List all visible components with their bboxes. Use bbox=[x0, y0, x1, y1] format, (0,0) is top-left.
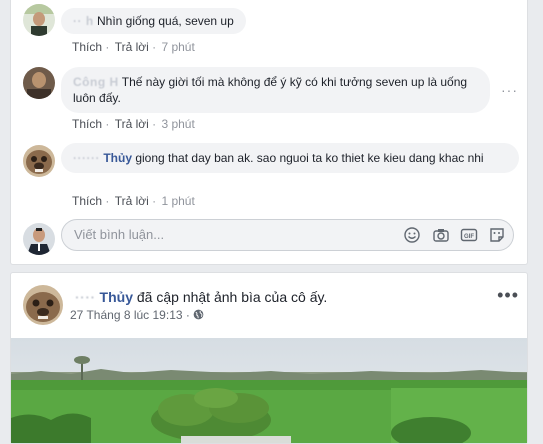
like-link[interactable]: Thích bbox=[72, 194, 102, 208]
post-author-avatar[interactable] bbox=[23, 285, 63, 325]
comment-time[interactable]: 7 phút bbox=[161, 40, 194, 54]
comment-bubble-3: ······ Thủy giong that day ban ak. sao n… bbox=[61, 143, 519, 173]
comment-avatar-2[interactable] bbox=[23, 67, 55, 99]
camera-icon[interactable] bbox=[432, 226, 450, 244]
comment-author-2[interactable]: Công H bbox=[73, 75, 119, 89]
comment-actions-3: Thích · Trả lời · 1 phút bbox=[72, 194, 195, 208]
comment-time[interactable]: 1 phút bbox=[161, 194, 194, 208]
gif-icon[interactable]: GIF bbox=[460, 226, 478, 244]
comment-actions-1: Thích · Trả lời · 7 phút bbox=[72, 40, 195, 54]
comment-actions-2: Thích · Trả lời · 3 phút bbox=[72, 117, 195, 131]
comment-composer[interactable]: GIF bbox=[61, 219, 514, 251]
comments-section: ·· h Nhìn giống quá, seven up Thích · Tr… bbox=[10, 0, 528, 265]
reply-link[interactable]: Trả lời bbox=[115, 40, 149, 54]
post-meta: 27 Tháng 8 lúc 19:13 · bbox=[70, 308, 204, 322]
post-card: ···· Thủy đã cập nhật ảnh bìa của cô ấy.… bbox=[10, 272, 528, 444]
svg-text:GIF: GIF bbox=[464, 234, 474, 240]
comment-author-3[interactable]: Thủy bbox=[103, 151, 132, 165]
comment-author-1[interactable]: ·· h bbox=[73, 14, 94, 28]
post-timestamp[interactable]: 27 Tháng 8 lúc 19:13 bbox=[70, 308, 183, 322]
post-header: ···· Thủy đã cập nhật ảnh bìa của cô ấy. bbox=[75, 289, 327, 305]
comment-bubble-2: Công H Thế này giời tối mà không để ý kỹ… bbox=[61, 67, 490, 113]
post-author-name[interactable]: Thủy bbox=[100, 289, 133, 305]
comment-text-3: giong that day ban ak. sao nguoi ta ko t… bbox=[135, 151, 484, 165]
comment-avatar-1[interactable] bbox=[23, 4, 55, 36]
comment-bubble-1: ·· h Nhìn giống quá, seven up bbox=[61, 8, 246, 34]
like-link[interactable]: Thích bbox=[72, 40, 102, 54]
post-action-text: đã cập nhật ảnh bìa của cô ấy. bbox=[136, 289, 328, 305]
comment-author-3-blur: ······ bbox=[73, 151, 100, 165]
comment-text-1: Nhìn giống quá, seven up bbox=[97, 14, 234, 28]
comment-options-icon[interactable]: ··· bbox=[501, 82, 518, 98]
post-options-icon[interactable]: ••• bbox=[497, 285, 519, 306]
like-link[interactable]: Thích bbox=[72, 117, 102, 131]
sticker-icon[interactable] bbox=[488, 226, 506, 244]
reply-link[interactable]: Trả lời bbox=[115, 117, 149, 131]
comment-text-2: Thế này giời tối mà không để ý kỹ có khi… bbox=[73, 75, 468, 105]
comment-input[interactable] bbox=[74, 220, 374, 250]
reply-link[interactable]: Trả lời bbox=[115, 194, 149, 208]
globe-icon[interactable] bbox=[193, 309, 204, 320]
post-author-blur: ···· bbox=[75, 289, 96, 305]
comment-time[interactable]: 3 phút bbox=[161, 117, 194, 131]
emoji-icon[interactable] bbox=[403, 226, 421, 244]
comment-avatar-3[interactable] bbox=[23, 145, 55, 177]
composer-avatar[interactable] bbox=[23, 223, 55, 255]
cover-photo[interactable] bbox=[11, 338, 527, 443]
meta-separator: · bbox=[185, 308, 194, 322]
